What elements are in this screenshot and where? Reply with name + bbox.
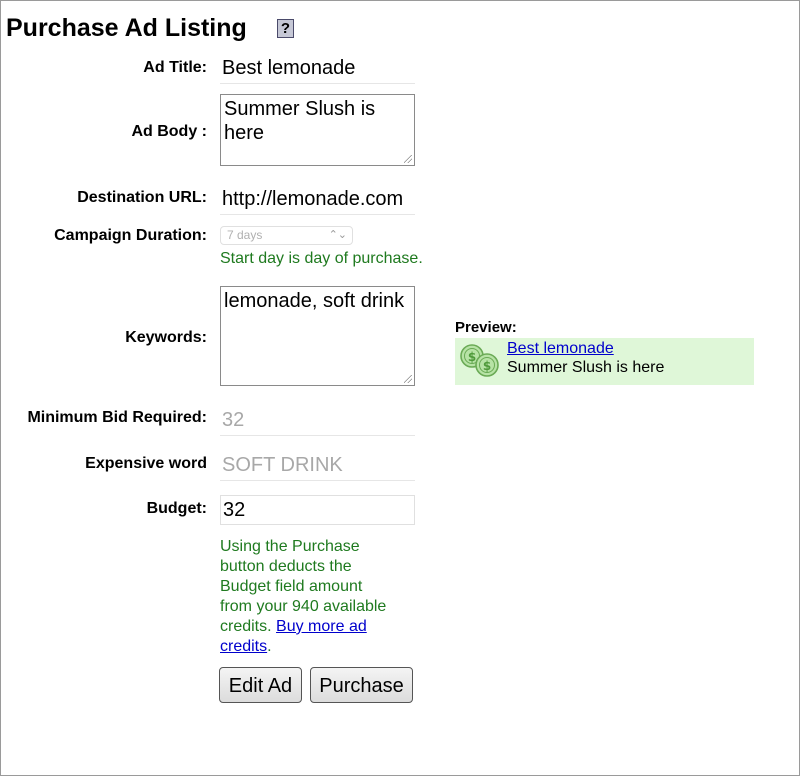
ad-body-label: Ad Body : (131, 123, 207, 140)
preview-title-link[interactable]: Best lemonade (507, 339, 614, 358)
campaign-duration-select[interactable]: 7 days ⌃⌄ (220, 226, 353, 245)
budget-note-end: . (267, 638, 272, 655)
budget-input[interactable]: 32 (220, 495, 415, 525)
keywords-textarea[interactable]: lemonade, soft drink (220, 286, 415, 386)
preview-box: $ $ Best lemonade Summer Slush is here (455, 338, 754, 385)
budget-label: Budget: (146, 500, 207, 517)
destination-url-input[interactable]: http://lemonade.com (220, 185, 415, 215)
edit-ad-button[interactable]: Edit Ad (219, 667, 302, 703)
ad-body-textarea[interactable]: Summer Slush is here (220, 94, 415, 166)
campaign-duration-label: Campaign Duration: (54, 227, 207, 244)
ad-title-label: Ad Title: (143, 59, 207, 76)
campaign-duration-note: Start day is day of purchase. (220, 250, 423, 267)
preview-body-text: Summer Slush is here (507, 359, 665, 376)
keywords-text: lemonade, soft drink (224, 290, 405, 312)
minimum-bid-input: 32 (220, 406, 415, 436)
svg-text:$: $ (468, 350, 476, 364)
purchase-button[interactable]: Purchase (310, 667, 413, 703)
expensive-word-input: SOFT DRINK (220, 451, 415, 481)
page-title: Purchase Ad Listing (6, 14, 247, 42)
chevron-updown-icon: ⌃⌄ (328, 229, 347, 241)
resize-grip-icon[interactable] (404, 155, 412, 163)
svg-text:$: $ (483, 359, 491, 373)
keywords-label: Keywords: (125, 329, 207, 346)
ad-title-input[interactable]: Best lemonade (220, 54, 415, 84)
expensive-word-label: Expensive word (85, 455, 207, 472)
ad-body-text: Summer Slush is here (224, 98, 376, 144)
coins-icon: $ $ (460, 344, 499, 377)
preview-label: Preview: (455, 319, 517, 336)
campaign-duration-value: 7 days (227, 228, 263, 242)
destination-url-label: Destination URL: (77, 189, 207, 206)
minimum-bid-label: Minimum Bid Required: (27, 409, 207, 426)
resize-grip-icon[interactable] (404, 375, 412, 383)
help-button[interactable]: ? (277, 19, 294, 38)
budget-note: Using the Purchase button deducts the Bu… (220, 537, 398, 657)
